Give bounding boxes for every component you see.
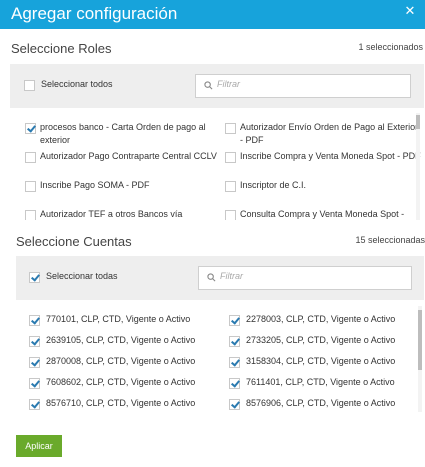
roles-scrollbar-thumb[interactable] bbox=[416, 115, 420, 129]
cuentas-item-label: 8576906, CLP, CTD, Vigente o Activo bbox=[246, 398, 396, 408]
roles-item-checkbox[interactable] bbox=[25, 210, 36, 220]
cuentas-item-checkbox[interactable] bbox=[229, 399, 240, 410]
roles-section-title: Seleccione Roles bbox=[11, 41, 112, 56]
apply-button[interactable]: Aplicar bbox=[16, 435, 62, 457]
cuentas-toolbar: Seleccionar todas bbox=[16, 256, 424, 300]
roles-select-all-checkbox[interactable] bbox=[24, 80, 35, 91]
cuentas-item-checkbox[interactable] bbox=[229, 336, 240, 347]
roles-item-checkbox[interactable] bbox=[225, 123, 236, 134]
cuentas-item-checkbox[interactable] bbox=[29, 315, 40, 326]
roles-item-label: Inscribe Pago SOMA - PDF bbox=[40, 180, 150, 190]
cuentas-selected-count: 15 seleccionadas bbox=[355, 235, 425, 245]
roles-item-checkbox[interactable] bbox=[25, 181, 36, 192]
cuentas-item-checkbox[interactable] bbox=[29, 336, 40, 347]
cuentas-scrollbar-thumb[interactable] bbox=[418, 310, 422, 370]
roles-select-all-label: Seleccionar todos bbox=[41, 79, 113, 89]
roles-item-checkbox[interactable] bbox=[225, 181, 236, 192]
roles-item-checkbox[interactable] bbox=[25, 123, 36, 134]
close-icon[interactable]: ✕ bbox=[403, 4, 417, 18]
roles-item-checkbox[interactable] bbox=[225, 210, 236, 220]
cuentas-item-checkbox[interactable] bbox=[29, 357, 40, 368]
cuentas-scrollbar[interactable] bbox=[418, 306, 422, 412]
roles-item-label: Autorizador Envío Orden de Pago al Exter… bbox=[240, 122, 419, 145]
cuentas-item-checkbox[interactable] bbox=[229, 315, 240, 326]
cuentas-item-label: 2870008, CLP, CTD, Vigente o Activo bbox=[46, 356, 196, 366]
cuentas-item-checkbox[interactable] bbox=[29, 378, 40, 389]
cuentas-select-all-label: Seleccionar todas bbox=[46, 271, 118, 281]
cuentas-item-label: 3158304, CLP, CTD, Vigente o Activo bbox=[246, 356, 396, 366]
cuentas-filter-input-box[interactable] bbox=[198, 266, 412, 290]
cuentas-item-label: 7608602, CLP, CTD, Vigente o Activo bbox=[46, 377, 196, 387]
roles-filter-input-box[interactable] bbox=[195, 74, 411, 98]
roles-list: procesos banco - Carta Orden de pago al … bbox=[10, 113, 424, 220]
roles-scrollbar[interactable] bbox=[416, 113, 420, 220]
roles-filter-input[interactable] bbox=[217, 79, 367, 89]
cuentas-filter-input[interactable] bbox=[220, 271, 370, 281]
cuentas-item-label: 8576710, CLP, CTD, Vigente o Activo bbox=[46, 398, 196, 408]
roles-item-label: Inscriptor de C.I. bbox=[240, 180, 307, 190]
cuentas-item-label: 770101, CLP, CTD, Vigente o Activo bbox=[46, 314, 191, 324]
roles-item-label: Inscribe Compra y Venta Moneda Spot - PD… bbox=[240, 151, 421, 161]
cuentas-item-label: 2278003, CLP, CTD, Vigente o Activo bbox=[246, 314, 396, 324]
cuentas-item-label: 7611401, CLP, CTD, Vigente o Activo bbox=[246, 377, 395, 387]
roles-item-checkbox[interactable] bbox=[225, 152, 236, 163]
cuentas-item-checkbox[interactable] bbox=[229, 357, 240, 368]
cuentas-list: 770101, CLP, CTD, Vigente o Activo 227800… bbox=[16, 306, 424, 412]
roles-toolbar: Seleccionar todos bbox=[10, 64, 424, 108]
dialog-header: Agregar configuración ✕ bbox=[0, 0, 425, 29]
cuentas-item-checkbox[interactable] bbox=[229, 378, 240, 389]
roles-item-label: Autorizador Pago Contraparte Central CCL… bbox=[40, 151, 217, 161]
cuentas-item-checkbox[interactable] bbox=[29, 399, 40, 410]
search-icon bbox=[204, 81, 213, 90]
search-icon bbox=[207, 273, 216, 282]
cuentas-select-all-checkbox[interactable] bbox=[29, 272, 40, 283]
cuentas-item-label: 2639105, CLP, CTD, Vigente o Activo bbox=[46, 335, 196, 345]
roles-item-label: procesos banco - Carta Orden de pago al … bbox=[40, 122, 206, 145]
roles-item-label: Consulta Compra y Venta Moneda Spot - bbox=[240, 209, 405, 219]
cuentas-item-label: 2733205, CLP, CTD, Vigente o Activo bbox=[246, 335, 396, 345]
roles-item-label: Autorizador TEF a otros Bancos vía bbox=[40, 209, 183, 219]
roles-item-checkbox[interactable] bbox=[25, 152, 36, 163]
roles-selected-count: 1 seleccionados bbox=[358, 42, 423, 52]
cuentas-section-title: Seleccione Cuentas bbox=[16, 234, 132, 249]
dialog-title: Agregar configuración bbox=[11, 4, 178, 23]
